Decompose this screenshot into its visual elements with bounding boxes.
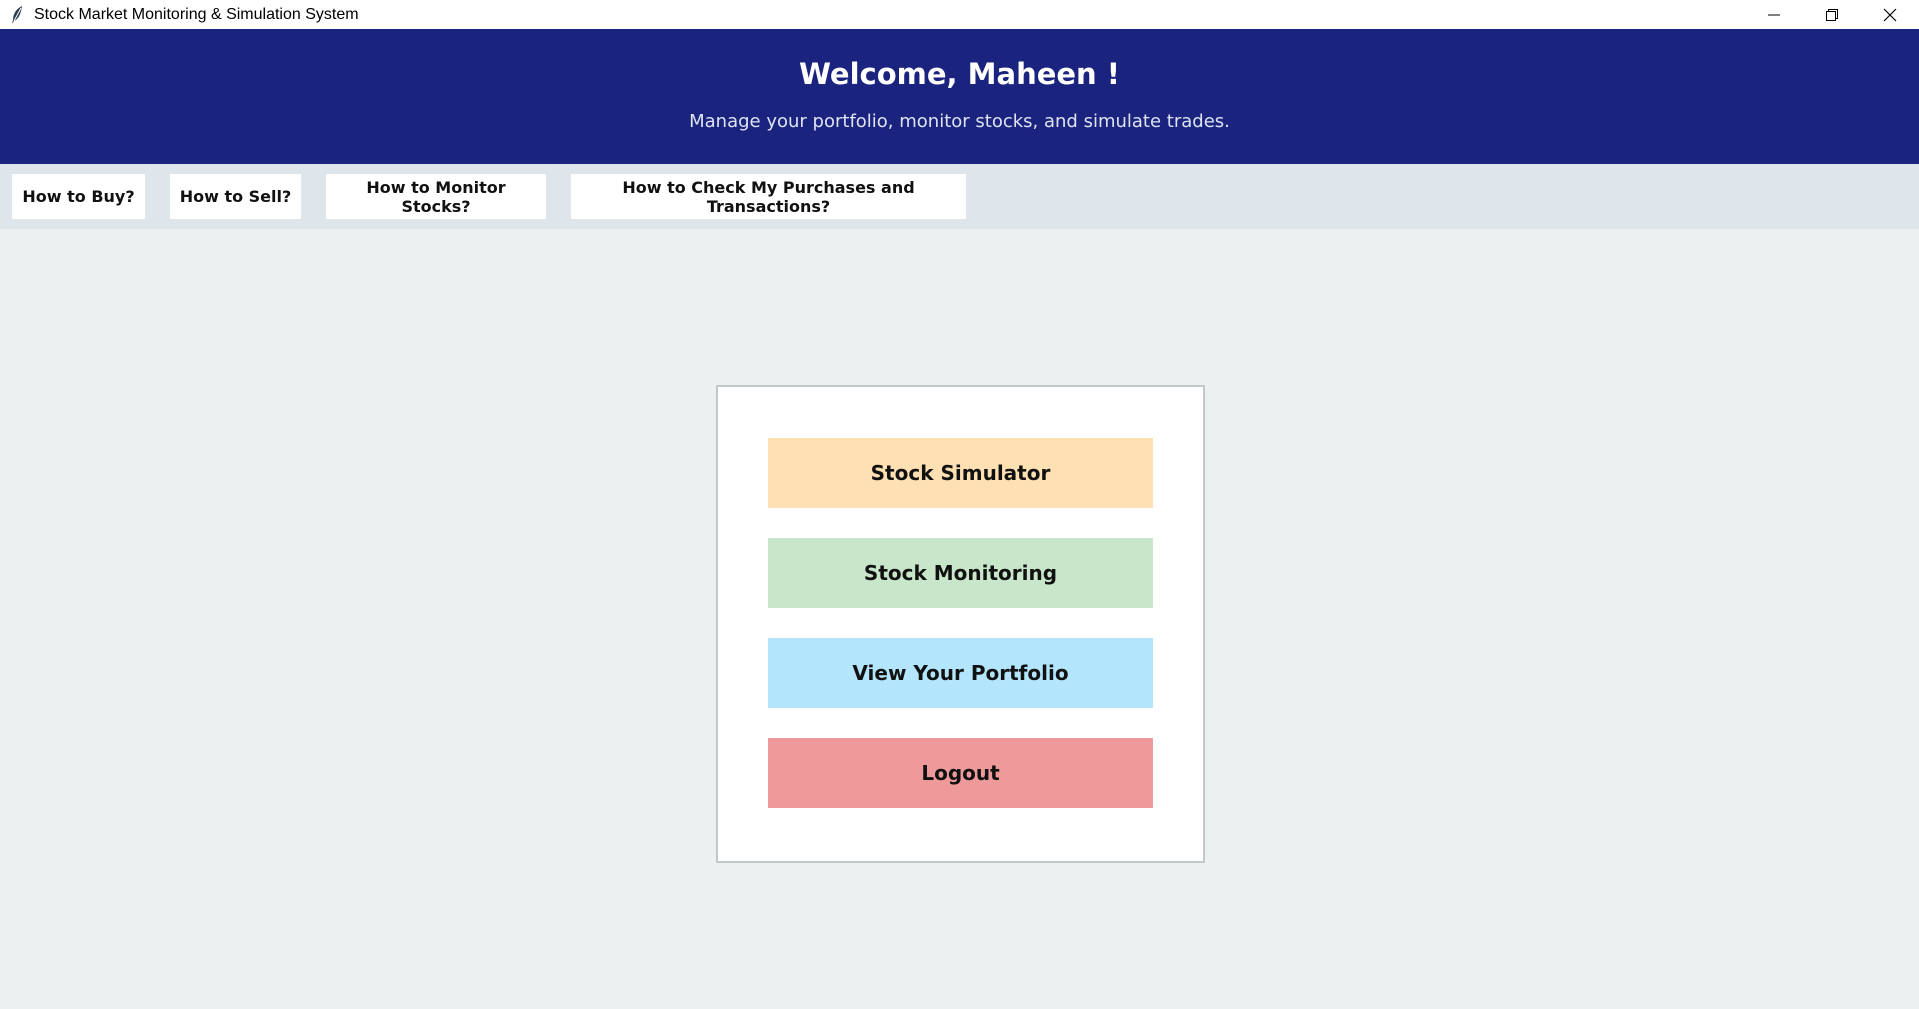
how-to-sell-button[interactable]: How to Sell? bbox=[170, 174, 301, 219]
how-to-buy-button[interactable]: How to Buy? bbox=[12, 174, 145, 219]
close-icon[interactable] bbox=[1861, 0, 1919, 29]
how-to-monitor-stocks-button[interactable]: How to Monitor Stocks? bbox=[326, 174, 546, 219]
welcome-title: Welcome, Maheen ! bbox=[798, 57, 1121, 91]
stock-simulator-button[interactable]: Stock Simulator bbox=[768, 438, 1153, 508]
logout-button[interactable]: Logout bbox=[768, 738, 1153, 808]
main-menu-card: Stock Simulator Stock Monitoring View Yo… bbox=[716, 385, 1205, 863]
restore-icon[interactable] bbox=[1803, 0, 1861, 29]
window-titlebar: Stock Market Monitoring & Simulation Sys… bbox=[0, 0, 1919, 29]
feather-icon bbox=[6, 4, 28, 26]
welcome-header: Welcome, Maheen ! Manage your portfolio,… bbox=[0, 29, 1919, 164]
window-controls bbox=[1745, 0, 1919, 29]
stock-monitoring-button[interactable]: Stock Monitoring bbox=[768, 538, 1153, 608]
window-title: Stock Market Monitoring & Simulation Sys… bbox=[34, 5, 359, 23]
help-bar: How to Buy? How to Sell? How to Monitor … bbox=[0, 164, 1919, 229]
welcome-subtitle: Manage your portfolio, monitor stocks, a… bbox=[689, 111, 1230, 132]
minimize-icon[interactable] bbox=[1745, 0, 1803, 29]
view-portfolio-button[interactable]: View Your Portfolio bbox=[768, 638, 1153, 708]
how-to-check-purchases-button[interactable]: How to Check My Purchases and Transactio… bbox=[571, 174, 966, 219]
